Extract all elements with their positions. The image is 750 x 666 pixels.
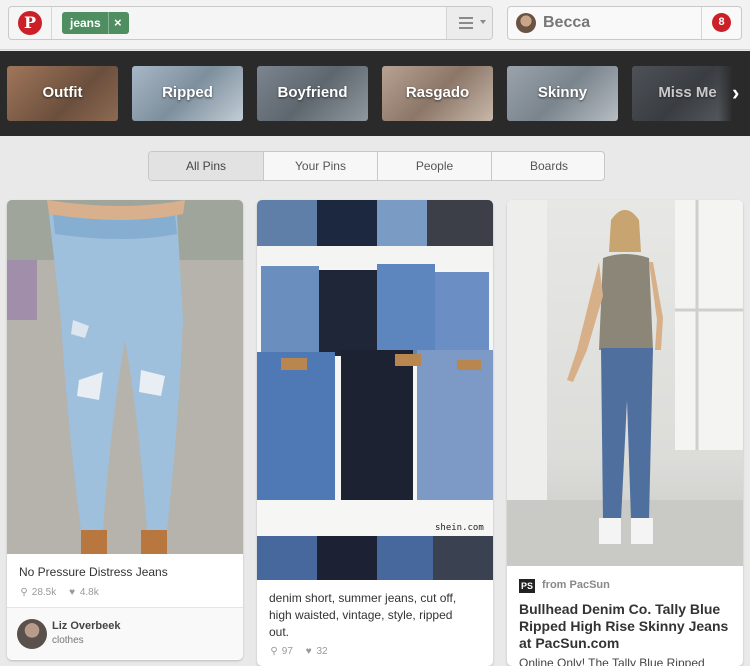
description-line: denim short, summer jeans, cut off, <box>269 591 457 605</box>
remove-chip-icon[interactable]: × <box>114 15 122 30</box>
pin-description: denim short, summer jeans, cut off, high… <box>269 590 456 641</box>
guide-label: Outfit <box>42 84 83 101</box>
guide-boyfriend[interactable]: Boyfriend <box>257 66 368 121</box>
heart-icon: ♥ <box>69 587 75 598</box>
user-menu[interactable]: Becca 8 <box>507 6 742 40</box>
guided-search-strip: Outfit Ripped Boyfriend Rasgado Skinny M… <box>0 51 750 136</box>
repin-count: ⚲ 97 <box>270 646 293 657</box>
guide-label: Boyfriend <box>277 84 348 101</box>
next-guides-button[interactable]: › <box>718 66 750 121</box>
pin-card[interactable]: PS from PacSun Bullhead Denim Co. Tally … <box>507 200 743 666</box>
guide-label: Skinny <box>537 84 588 101</box>
divider <box>51 7 52 39</box>
chevron-down-icon <box>480 20 486 24</box>
repin-count: ⚲ 28.5k <box>20 587 57 598</box>
top-bar: P jeans × Becca 8 <box>0 0 750 50</box>
pin-title[interactable]: Bullhead Denim Co. Tally Blue Ripped Hig… <box>519 601 733 652</box>
pushpin-icon: ⚲ <box>270 646 278 657</box>
pin-image[interactable] <box>507 200 743 566</box>
guide-outfit[interactable]: Outfit <box>7 66 118 121</box>
chevron-right-icon: › <box>732 80 740 105</box>
like-count: ♥ 32 <box>304 646 328 657</box>
search-scope-tabs: All Pins Your Pins People Boards <box>148 151 605 181</box>
pin-card[interactable]: No Pressure Distress Jeans ⚲ 28.5k ♥ 4.8… <box>7 200 243 660</box>
pin-stats: ⚲ 97 ♥ 32 <box>269 646 336 657</box>
pin-description: Online Only! The Tally Blue Ripped <box>519 656 705 666</box>
tab-boards[interactable]: Boards <box>491 152 604 180</box>
tab-all-pins[interactable]: All Pins <box>149 152 263 180</box>
tab-your-pins[interactable]: Your Pins <box>263 152 377 180</box>
guide-skinny[interactable]: Skinny <box>507 66 618 121</box>
tab-people[interactable]: People <box>377 152 491 180</box>
heart-icon: ♥ <box>305 646 312 657</box>
categories-menu-button[interactable] <box>446 7 492 39</box>
description-line: high waisted, vintage, style, ripped <box>269 608 453 622</box>
search-box[interactable]: P jeans × <box>8 6 493 40</box>
guide-label: Ripped <box>162 84 213 101</box>
guide-ripped[interactable]: Ripped <box>132 66 243 121</box>
pinner-attribution[interactable]: Liz Overbeek clothes <box>7 607 243 659</box>
notifications-badge[interactable]: 8 <box>712 13 731 32</box>
pin-image[interactable] <box>7 200 243 554</box>
search-term-chip[interactable]: jeans × <box>62 12 129 34</box>
description-line: out. <box>269 625 290 639</box>
guide-rasgado[interactable]: Rasgado <box>382 66 493 121</box>
divider <box>108 12 109 34</box>
model-photo <box>507 200 743 566</box>
pinterest-logo-icon[interactable]: P <box>18 11 42 35</box>
pinner-name[interactable]: Liz Overbeek <box>52 620 120 632</box>
pacsun-logo-icon: PS <box>519 579 535 593</box>
pin-source[interactable]: from PacSun <box>542 579 610 591</box>
pin-description: No Pressure Distress Jeans <box>19 565 168 579</box>
jeans-photo <box>7 200 243 554</box>
watermark-text: shein.com <box>435 523 484 533</box>
search-term-label: jeans <box>70 16 101 30</box>
hamburger-icon <box>459 17 475 29</box>
pin-card[interactable]: shein.com denim short, summer jeans, cut… <box>257 200 493 666</box>
user-name[interactable]: Becca <box>543 14 590 32</box>
like-count: ♥ 4.8k <box>67 587 99 598</box>
guide-label: Rasgado <box>405 84 470 101</box>
pushpin-icon: ⚲ <box>20 587 28 598</box>
avatar[interactable] <box>17 619 47 649</box>
avatar[interactable] <box>516 13 536 33</box>
board-name[interactable]: clothes <box>52 635 84 646</box>
pin-stats: ⚲ 28.5k ♥ 4.8k <box>19 587 107 598</box>
divider <box>701 7 702 39</box>
